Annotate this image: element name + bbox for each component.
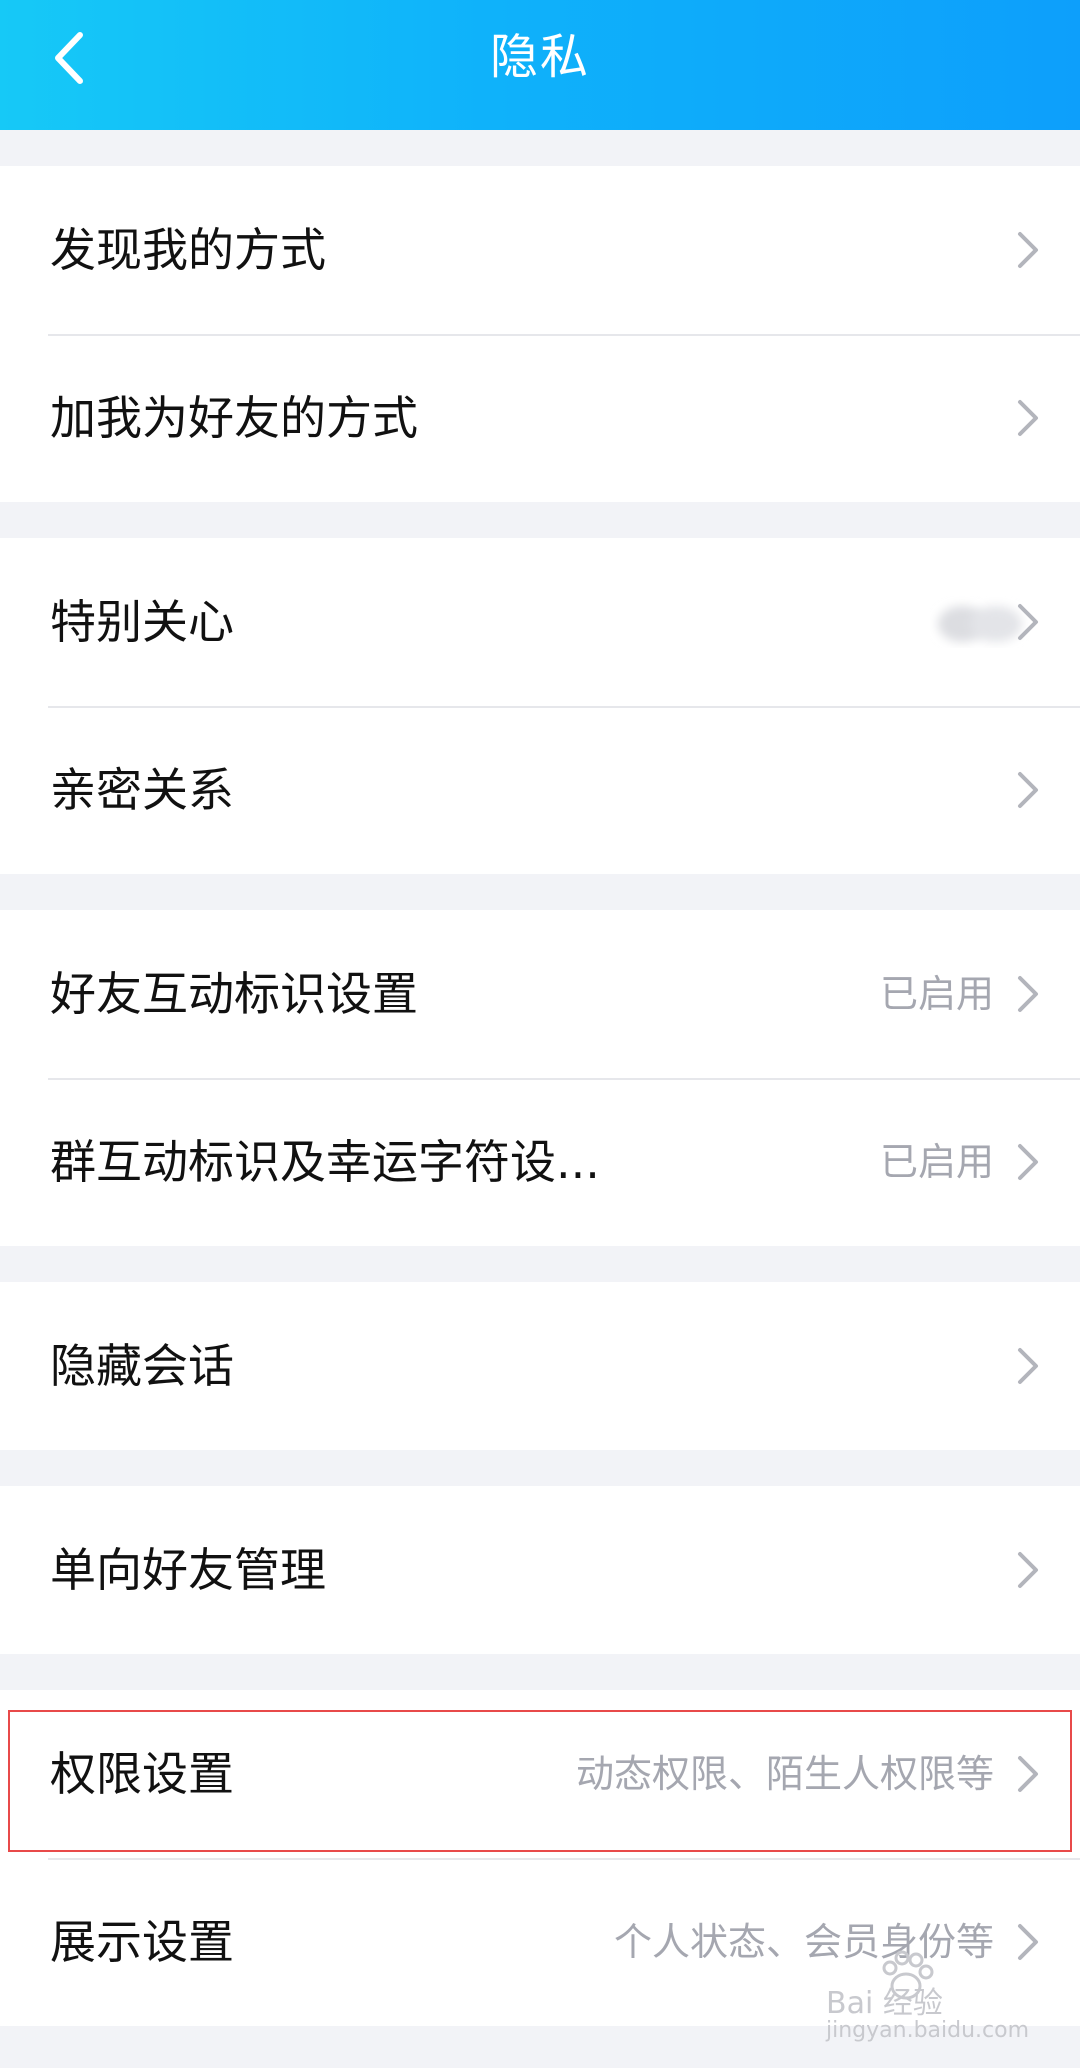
chevron-right-icon	[1018, 976, 1038, 1012]
setting-value: 已启用	[879, 972, 994, 1016]
setting-label: 展示设置	[50, 1915, 234, 1969]
chevron-right-icon	[1018, 772, 1038, 808]
settings-group-interaction-marks: 好友互动标识设置 已启用 群互动标识及幸运字符设... 已启用	[0, 910, 1080, 1246]
setting-label: 特别关心	[50, 595, 234, 649]
watermark-url: jingyan.baidu.com	[826, 2018, 1030, 2043]
setting-row-intimate[interactable]: 亲密关系	[0, 706, 1080, 874]
setting-label: 亲密关系	[50, 763, 234, 817]
chevron-right-icon	[1018, 1348, 1038, 1384]
chevron-right-icon	[1018, 1144, 1038, 1180]
chevron-right-icon	[1018, 1552, 1038, 1588]
setting-row-special-care[interactable]: 特别关心	[0, 538, 1080, 706]
settings-group-relations: 特别关心 亲密关系	[0, 538, 1080, 874]
setting-label: 隐藏会话	[50, 1339, 234, 1393]
settings-group-hidden-chats: 隐藏会话	[0, 1282, 1080, 1450]
watermark-brand: Bai 经验	[826, 1986, 943, 2021]
settings-group-one-way-friends: 单向好友管理	[0, 1486, 1080, 1654]
setting-label: 发现我的方式	[50, 223, 326, 277]
setting-row-group-marks[interactable]: 群互动标识及幸运字符设... 已启用	[0, 1078, 1080, 1246]
setting-value: 已启用	[879, 1140, 994, 1184]
chevron-right-icon	[1018, 232, 1038, 268]
setting-row-add-friend[interactable]: 加我为好友的方式	[0, 334, 1080, 502]
chevron-right-icon	[1018, 400, 1038, 436]
setting-label: 单向好友管理	[50, 1543, 326, 1597]
setting-row-hidden-chats[interactable]: 隐藏会话	[0, 1282, 1080, 1450]
settings-group-discovery: 发现我的方式 加我为好友的方式	[0, 166, 1080, 502]
setting-row-one-way-friends[interactable]: 单向好友管理	[0, 1486, 1080, 1654]
setting-row-find-me[interactable]: 发现我的方式	[0, 166, 1080, 334]
setting-row-friend-marks[interactable]: 好友互动标识设置 已启用	[0, 910, 1080, 1078]
setting-label: 群互动标识及幸运字符设...	[50, 1135, 600, 1189]
page-title: 隐私	[489, 29, 590, 85]
watermark: Bai 经验 jingyan.baidu.com	[820, 1948, 1030, 2048]
setting-label: 好友互动标识设置	[50, 967, 418, 1021]
chevron-right-icon	[1018, 604, 1038, 640]
setting-label: 加我为好友的方式	[50, 391, 418, 445]
highlight-annotation	[8, 1710, 1072, 1852]
title-bar: 隐私	[0, 0, 1080, 130]
